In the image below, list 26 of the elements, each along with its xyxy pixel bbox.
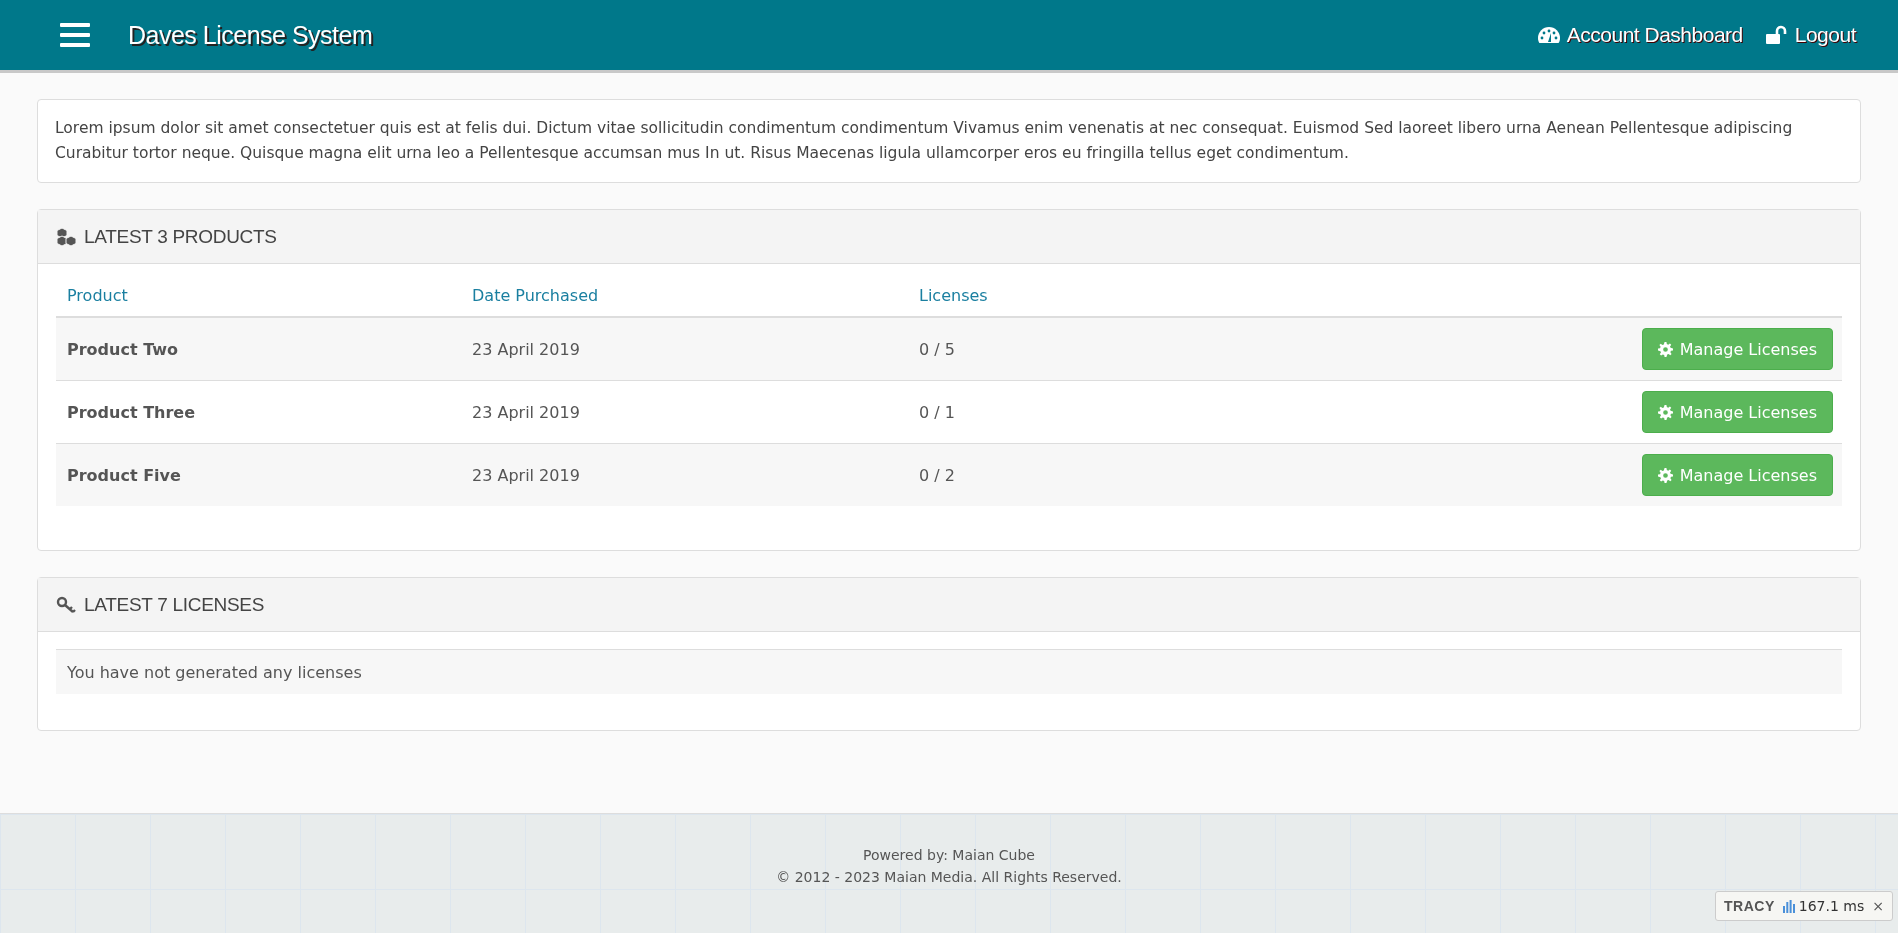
license-count: 0 / 2 [908,443,1189,506]
panel-title: LATEST 7 LICENSES [84,593,265,616]
gear-icon [1657,404,1673,420]
speedometer-icon [1536,25,1561,45]
nav-link[interactable]: Account Dashboard [1536,23,1743,47]
render-time: 167.1 ms [1798,897,1865,916]
product-name: Product Five [56,443,461,506]
intro-text: Lorem ipsum dolor sit amet consectetuer quis est at felis dui. Dictum vitae sollicitudin condimentum condimentum Vivamus enim venenatis at nec consequat. Euismod Sed laoreet libero urna Aenean Pellentesque adipiscing Curabitur tortor neque. Quisque magna elit urna leo a Pellentesque accumsan mus In ut. Risus Maecenas ligula ullamcorper eros eu fringilla tellus eget condimentum. [37,99,1861,183]
purchase-date: 23 April 2019 [461,443,908,506]
empty-message: You have not generated any licenses [56,649,1842,694]
menu-icon[interactable] [60,23,90,47]
purchase-date: 23 April 2019 [461,317,908,381]
debug-bar-label[interactable]: TRACY [1724,895,1775,917]
bar-chart-icon [1782,899,1795,913]
powered-by-text: Powered by: Maian Cube [863,846,1035,865]
license-count: 0 / 5 [908,317,1189,381]
gear-icon [1657,467,1673,483]
key-icon [56,594,78,615]
product-name: Product Two [56,317,461,381]
panel-title: LATEST 3 PRODUCTS [84,225,277,248]
site-title: Daves License System [128,20,373,50]
unlocked-padlock-icon [1764,25,1789,45]
nav-link[interactable]: Logout [1764,23,1856,47]
gear-icon [1657,341,1673,357]
close-button[interactable]: × [1872,895,1884,917]
copyright-text: © 2012 - 2023 Maian Media. All Rights Reserved. [776,868,1122,887]
